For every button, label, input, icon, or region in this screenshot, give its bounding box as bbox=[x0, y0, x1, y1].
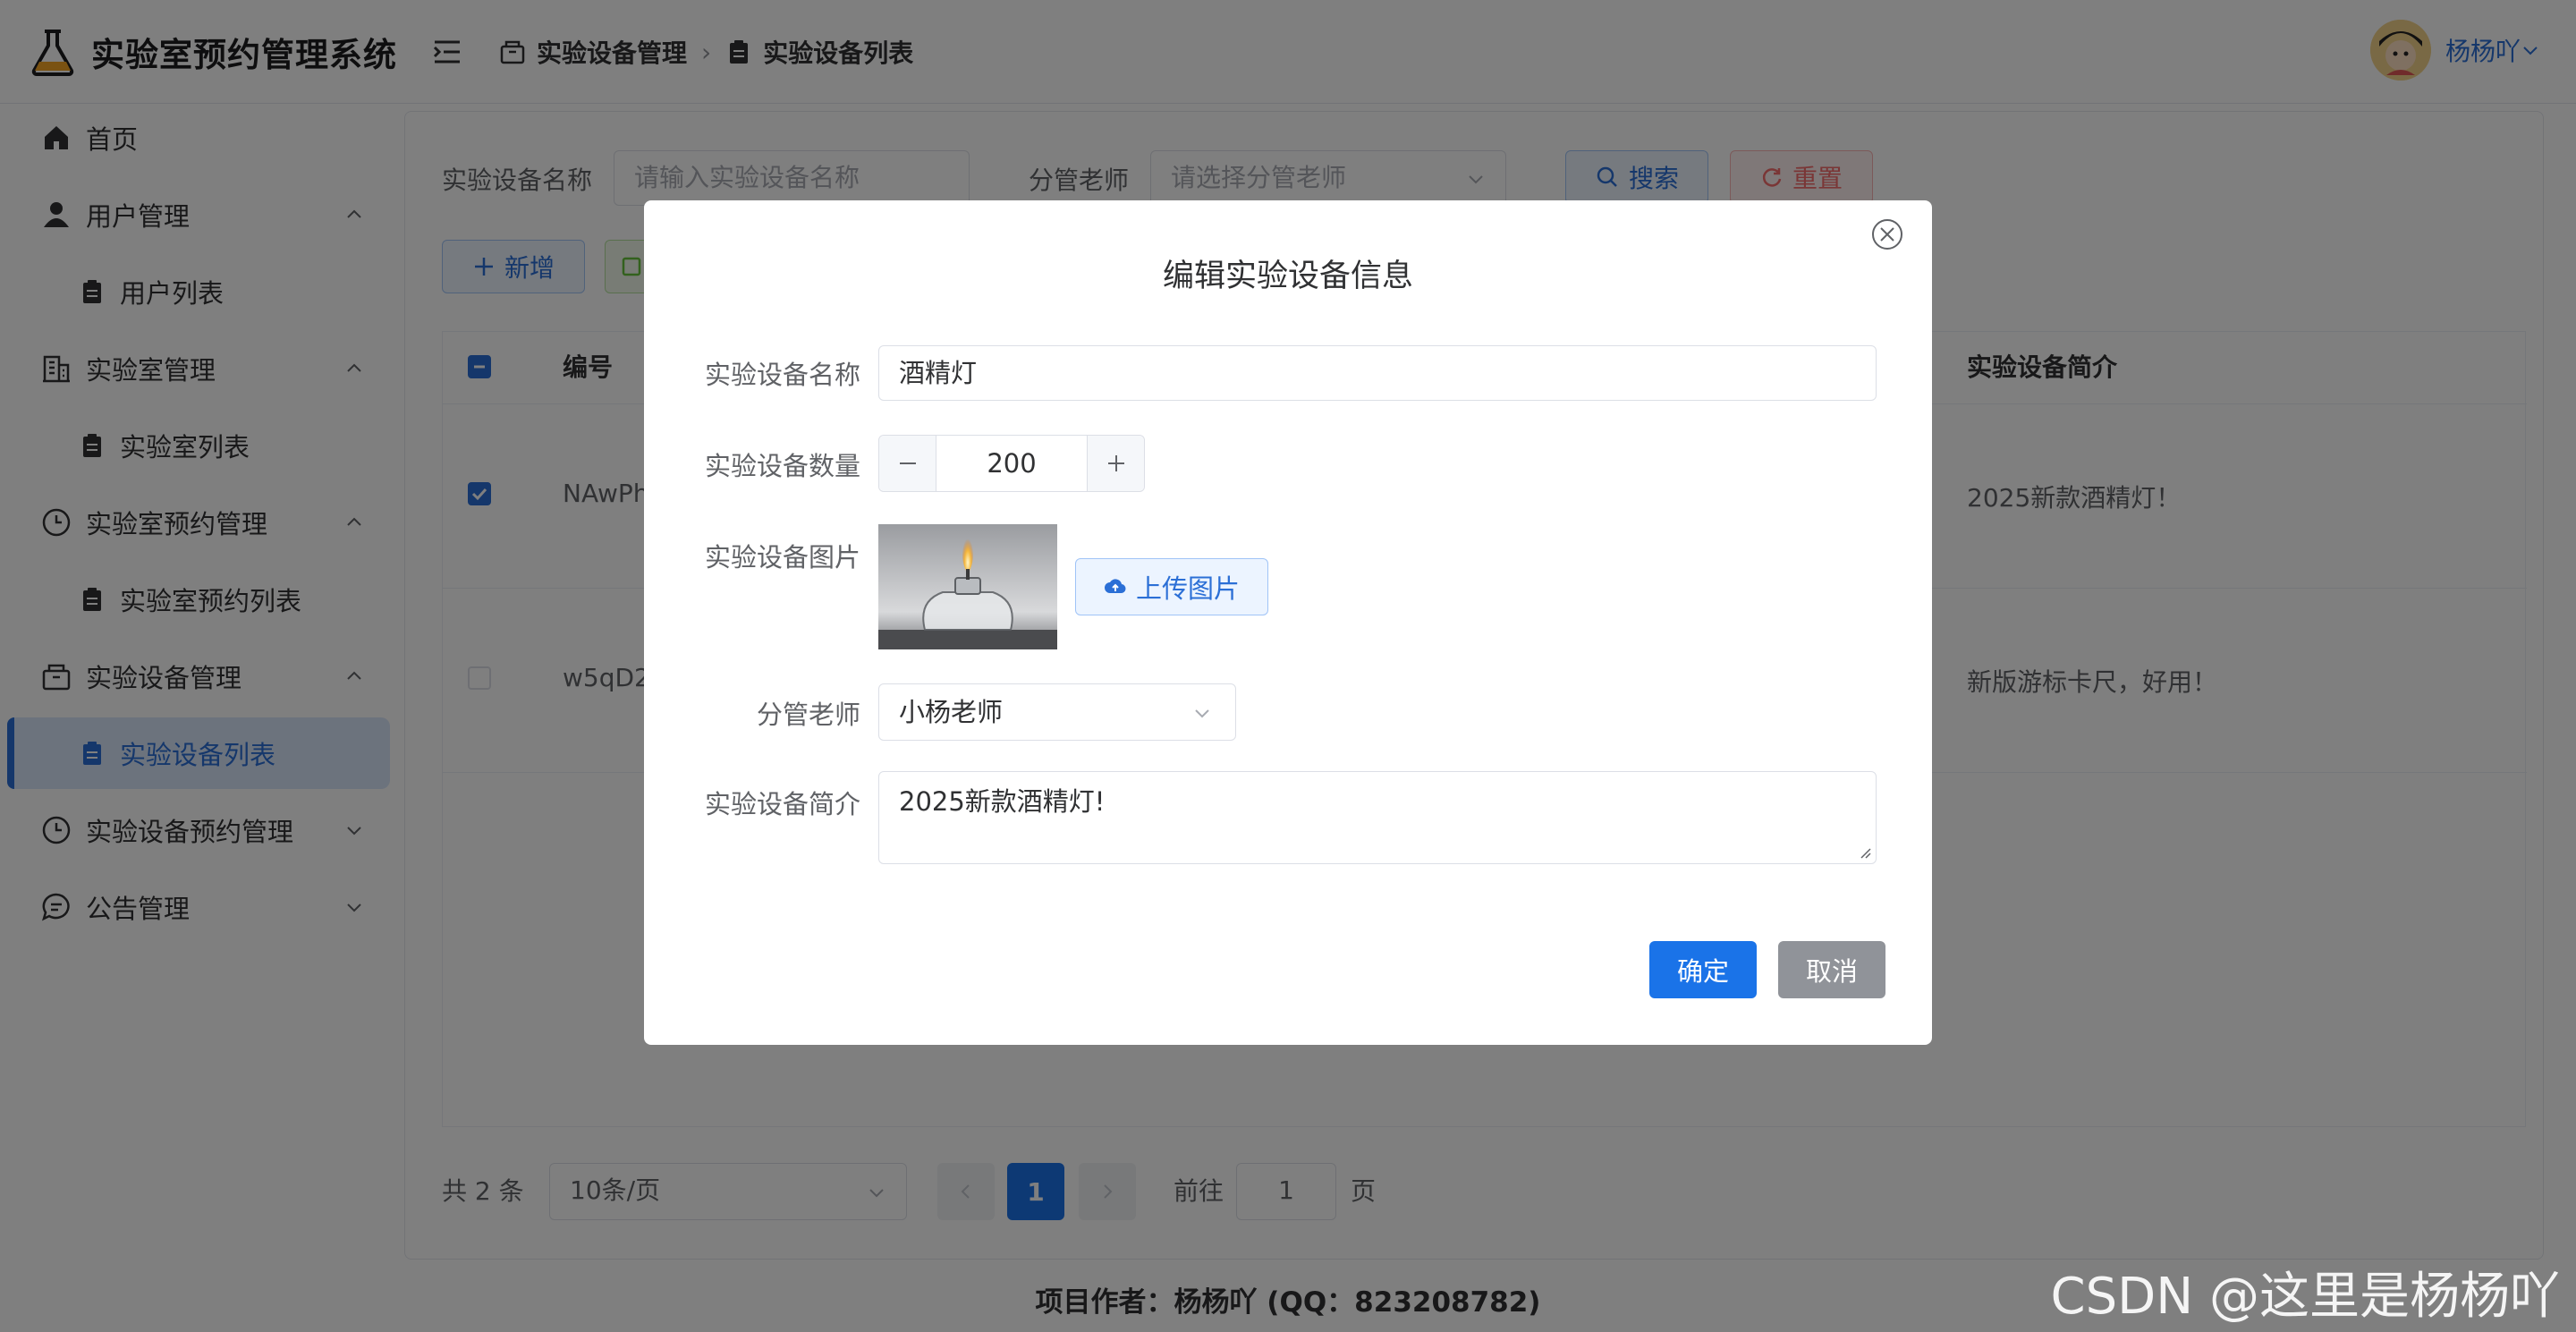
resize-handle-icon[interactable] bbox=[1858, 845, 1872, 860]
intro-field-label: 实验设备简介 bbox=[704, 789, 860, 819]
upload-image-button[interactable]: 上传图片 bbox=[1075, 558, 1268, 615]
quantity-value[interactable]: 200 bbox=[936, 436, 1087, 491]
quantity-field-label: 实验设备数量 bbox=[704, 451, 860, 481]
intro-textarea-value: 2025新款酒精灯! bbox=[899, 786, 1106, 817]
equipment-image-preview[interactable] bbox=[878, 524, 1057, 649]
image-field-label: 实验设备图片 bbox=[704, 542, 860, 573]
watermark: CSDN @这里是杨杨吖 bbox=[2050, 1268, 2560, 1326]
chevron-down-icon bbox=[1195, 709, 1209, 718]
intro-textarea[interactable]: 2025新款酒精灯! bbox=[878, 771, 1877, 864]
name-field-input[interactable]: 酒精灯 bbox=[878, 345, 1877, 401]
increase-button[interactable] bbox=[1087, 436, 1144, 491]
decrease-button[interactable] bbox=[879, 436, 936, 491]
dialog-title: 编辑实验设备信息 bbox=[1162, 259, 1413, 294]
upload-button-label: 上传图片 bbox=[1135, 573, 1240, 604]
edit-equipment-dialog: 编辑实验设备信息 实验设备名称 酒精灯 实验设备数量 200 实验设备图片 上传… bbox=[644, 200, 1932, 1045]
teacher-select[interactable]: 小杨老师 bbox=[878, 683, 1236, 741]
name-field-label: 实验设备名称 bbox=[704, 360, 860, 390]
minus-icon bbox=[899, 462, 916, 464]
teacher-select-value: 小杨老师 bbox=[899, 697, 1004, 727]
quantity-stepper[interactable]: 200 bbox=[878, 435, 1145, 492]
cloud-upload-icon bbox=[1104, 579, 1126, 594]
close-icon[interactable] bbox=[1869, 216, 1905, 252]
confirm-button[interactable]: 确定 bbox=[1649, 941, 1757, 998]
cancel-button[interactable]: 取消 bbox=[1778, 941, 1885, 998]
alcohol-lamp-image bbox=[878, 524, 1057, 649]
teacher-field-label: 分管老师 bbox=[756, 700, 860, 730]
plus-icon bbox=[1107, 455, 1124, 471]
